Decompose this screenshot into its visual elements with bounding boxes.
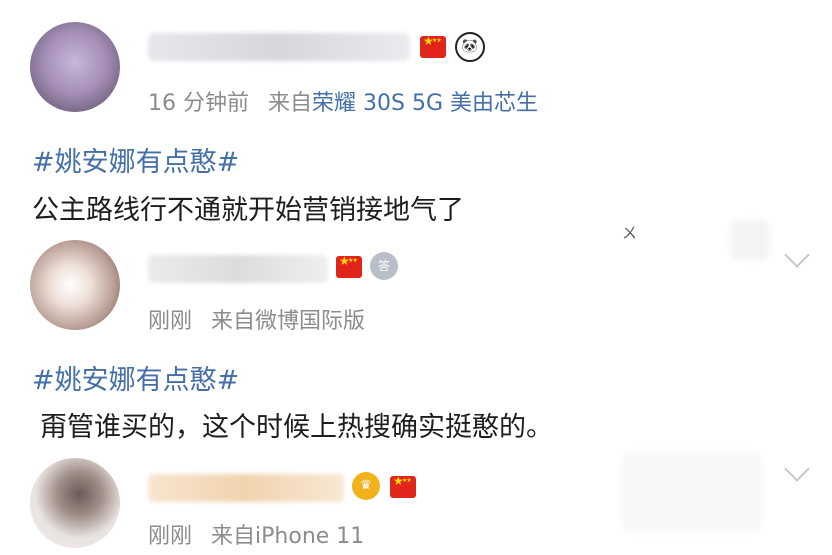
comment-1: 🐼 16 分钟前 来自荣耀 30S 5G 美由芯生 #姚安娜有点憨# 公主路线行…: [0, 0, 832, 230]
avatar[interactable]: [30, 240, 120, 330]
source-prefix: 来自: [268, 91, 313, 116]
panda-badge-icon: 🐼: [455, 32, 485, 62]
timestamp: 刚刚: [148, 524, 193, 549]
blurred-region: [730, 220, 770, 260]
source-prefix: 来自: [211, 309, 256, 334]
source-prefix: 来自: [211, 524, 256, 549]
source-device-link[interactable]: 微博国际版: [255, 309, 365, 334]
timestamp: 16 分钟前: [148, 91, 249, 116]
source-device-link[interactable]: 荣耀 30S 5G 美由芯生: [312, 91, 538, 116]
hashtag-link[interactable]: #姚安娜有点憨#: [32, 140, 239, 179]
hashtag-link[interactable]: #姚安娜有点憨#: [32, 358, 239, 397]
comment-text: 公主路线行不通就开始营销接地气了: [32, 195, 464, 226]
comment-meta: 刚刚 来自微博国际版: [148, 303, 365, 335]
chevron-down-icon[interactable]: [784, 456, 810, 482]
source-device-link[interactable]: iPhone 11: [255, 524, 364, 549]
avatar[interactable]: [30, 458, 120, 548]
comment-text: 甭管谁买的，这个时候上热搜确实挺憨的。: [40, 412, 553, 443]
china-flag-icon: [336, 254, 362, 278]
medal-badge-icon: 答: [370, 252, 398, 280]
blurred-region: [622, 452, 762, 532]
timestamp: 刚刚: [148, 309, 193, 334]
username-blurred[interactable]: [148, 474, 344, 502]
chevron-down-icon[interactable]: [784, 242, 810, 268]
comment-meta: 刚刚 来自iPhone 11: [148, 518, 364, 550]
comment-meta: 16 分钟前 来自荣耀 30S 5G 美由芯生: [148, 85, 538, 117]
username-blurred[interactable]: [148, 33, 410, 61]
avatar[interactable]: [30, 22, 120, 112]
stray-mark: ㄨ: [622, 224, 638, 242]
china-flag-icon: [390, 474, 416, 498]
crown-badge-icon: ♛: [352, 472, 380, 500]
username-blurred[interactable]: [148, 255, 328, 283]
china-flag-icon: [420, 34, 446, 58]
